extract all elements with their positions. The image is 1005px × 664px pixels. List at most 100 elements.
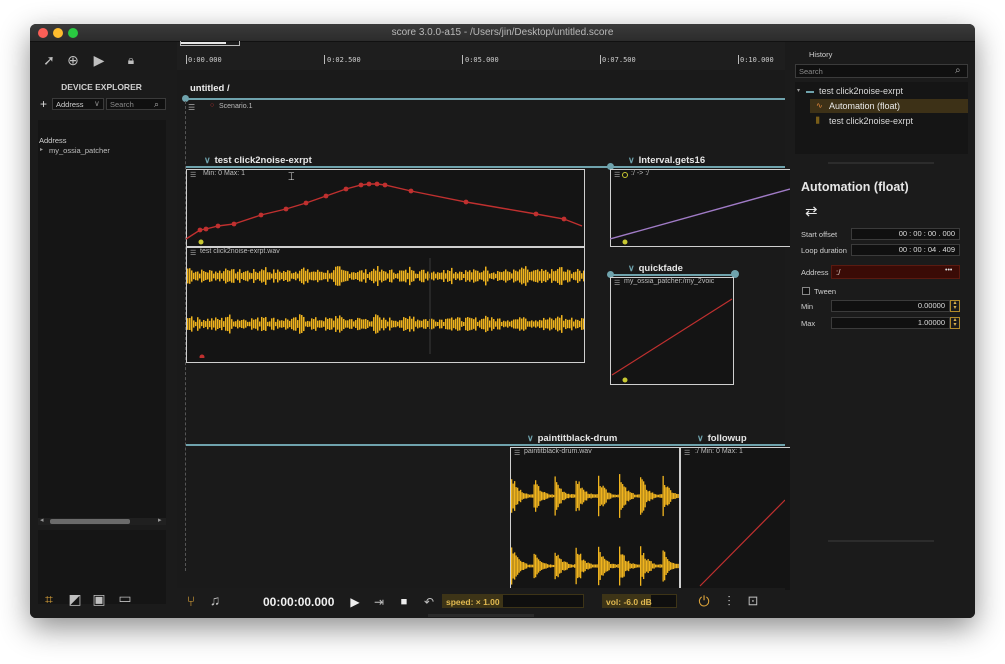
automation-curve-gets16[interactable]: [610, 169, 790, 247]
interval-title-quickfade[interactable]: ∨ quickfade: [628, 263, 683, 274]
automation-curve-quickfade[interactable]: [610, 277, 734, 385]
automation-point[interactable]: [408, 188, 414, 194]
chevron-down-icon[interactable]: ∨: [628, 155, 635, 165]
automation-point[interactable]: [343, 186, 349, 192]
history-item[interactable]: test click2noise-exrpt: [819, 86, 903, 96]
history-item[interactable]: Automation (float): [829, 101, 900, 111]
automation-point[interactable]: [283, 206, 289, 212]
automation-point[interactable]: [382, 182, 388, 188]
curve-icon[interactable]: ◩: [66, 592, 84, 606]
window-title: score 3.0.0-a15 - /Users/jin/Desktop/unt…: [391, 27, 614, 38]
start-offset-field[interactable]: 00 : 00 : 00 . 000: [851, 228, 960, 240]
breadcrumb[interactable]: untitled /: [190, 83, 230, 94]
chevron-down-icon[interactable]: ∨: [628, 263, 635, 273]
automation-point[interactable]: [323, 193, 329, 199]
max-spinner[interactable]: ▴ ▾: [950, 317, 960, 329]
mixer-icon[interactable]: ⫶: [720, 594, 738, 608]
console-icon[interactable]: ⊡: [744, 594, 762, 608]
ruler-tick-label: 0:07.500: [602, 56, 636, 64]
loop-icon[interactable]: ⇄: [805, 202, 818, 220]
scroll-right-icon[interactable]: ▸: [158, 516, 162, 524]
volume-value: vol: -6.0 dB: [606, 597, 652, 607]
device-search-placeholder: Search: [110, 100, 134, 109]
automation-point[interactable]: [358, 182, 364, 188]
automation-point[interactable]: [215, 223, 221, 229]
interval-title-gets16[interactable]: ∨ Interval.gets16: [628, 155, 705, 166]
automation-curve-followup[interactable]: [680, 458, 785, 588]
history-expand-icon[interactable]: ▾: [797, 87, 800, 94]
max-field[interactable]: 1.00000: [831, 317, 950, 329]
ruler-tick-label: 0:10.000: [740, 56, 774, 64]
automation-point[interactable]: [303, 200, 309, 206]
scroll-left-icon[interactable]: ◂: [40, 516, 44, 524]
reinitialize-icon[interactable]: ↶: [420, 595, 438, 609]
automation-point[interactable]: [197, 227, 203, 233]
add-circle-icon[interactable]: ⊕: [64, 53, 82, 67]
tree-expand-icon[interactable]: ▸: [40, 146, 43, 153]
waveform-paint: [511, 474, 679, 586]
bottom-scroll-indicator[interactable]: [428, 614, 534, 617]
device-search-field[interactable]: Search ⌕: [106, 98, 166, 110]
panel-splitter[interactable]: [828, 162, 934, 164]
automation-curve-click[interactable]: [186, 169, 585, 247]
scenario-top-bar: [186, 98, 785, 100]
add-device-button[interactable]: +: [40, 97, 47, 111]
tree-item-device[interactable]: my_ossia_patcher: [49, 146, 110, 155]
automation-point[interactable]: [203, 226, 209, 232]
address-value: :/: [836, 268, 841, 277]
loop-duration-label: Loop duration: [801, 246, 847, 255]
min-field[interactable]: 0.00000: [831, 300, 950, 312]
chevron-down-icon[interactable]: ∨: [697, 433, 704, 443]
image-library-icon[interactable]: ▣: [90, 592, 108, 606]
ruler-zoom-bar: [181, 42, 226, 44]
chevron-down-icon[interactable]: ∨: [527, 433, 534, 443]
interval-bar-quickfade[interactable]: [610, 274, 734, 276]
inspector-title: Automation (float): [801, 180, 909, 194]
volume-slider[interactable]: vol: -6.0 dB: [602, 594, 677, 608]
music-note-icon[interactable]: ♫: [206, 593, 224, 607]
interval-title-paint[interactable]: ∨ paintitblack-drum: [527, 433, 617, 444]
interval-bar-lower[interactable]: [186, 444, 785, 446]
horizontal-scrollbar[interactable]: ◂ ▸: [38, 516, 166, 525]
ruler-tick: [324, 55, 325, 64]
stop-icon[interactable]: ■: [395, 595, 413, 609]
ruler-tick-label: 0:02.500: [327, 56, 361, 64]
loop-duration-field[interactable]: 00 : 00 : 04 . 409: [851, 244, 960, 256]
automation-point[interactable]: [374, 181, 380, 187]
scenario-menu-icon[interactable]: ☰: [188, 103, 195, 112]
automation-icon: ∿: [816, 101, 823, 110]
automation-point[interactable]: [231, 221, 237, 227]
interval-title-followup[interactable]: ∨ followup: [697, 433, 747, 444]
play-tool-icon[interactable]: ▶: [90, 53, 108, 67]
automation-point[interactable]: [561, 216, 567, 222]
history-item[interactable]: test click2noise-exrpt: [829, 116, 913, 126]
chevron-down-icon[interactable]: ∨: [204, 155, 211, 165]
interval-bar-click[interactable]: [186, 166, 585, 168]
address-more-button[interactable]: •••: [945, 267, 952, 274]
interval-bar-gets16[interactable]: [610, 166, 785, 168]
title-bar: score 3.0.0-a15 - /Users/jin/Desktop/unt…: [30, 24, 975, 42]
min-spinner[interactable]: ▴ ▾: [950, 300, 960, 312]
history-search-field[interactable]: Search ⌕: [795, 64, 968, 78]
interval-title-click[interactable]: ∨ test click2noise-exrpt: [204, 155, 312, 166]
automation-point[interactable]: [366, 181, 372, 187]
pointer-tool-icon[interactable]: ➚: [40, 53, 58, 67]
lock-icon[interactable]: 🔒︎: [122, 53, 140, 67]
play-icon[interactable]: ▶: [346, 595, 364, 609]
address-field[interactable]: :/ •••: [831, 265, 960, 279]
speed-slider[interactable]: speed: × 1.00: [442, 594, 584, 608]
history-title: History: [809, 50, 833, 59]
tween-label: Tween: [814, 287, 837, 296]
scenario-tree-icon[interactable]: ⑂: [182, 594, 200, 608]
scenario-icon[interactable]: ⌗: [40, 592, 58, 606]
tween-checkbox[interactable]: [802, 287, 810, 295]
automation-point[interactable]: [533, 211, 539, 217]
folder-icon[interactable]: ▭: [116, 591, 134, 605]
power-icon[interactable]: ⏻: [695, 594, 713, 608]
address-select[interactable]: Address ∨: [52, 98, 104, 110]
play-from-cursor-icon[interactable]: ⇥: [370, 595, 388, 609]
automation-point[interactable]: [463, 199, 469, 205]
automation-point[interactable]: [258, 212, 264, 218]
inspector-splitter[interactable]: [828, 540, 934, 542]
scrollbar-thumb[interactable]: [50, 519, 130, 524]
